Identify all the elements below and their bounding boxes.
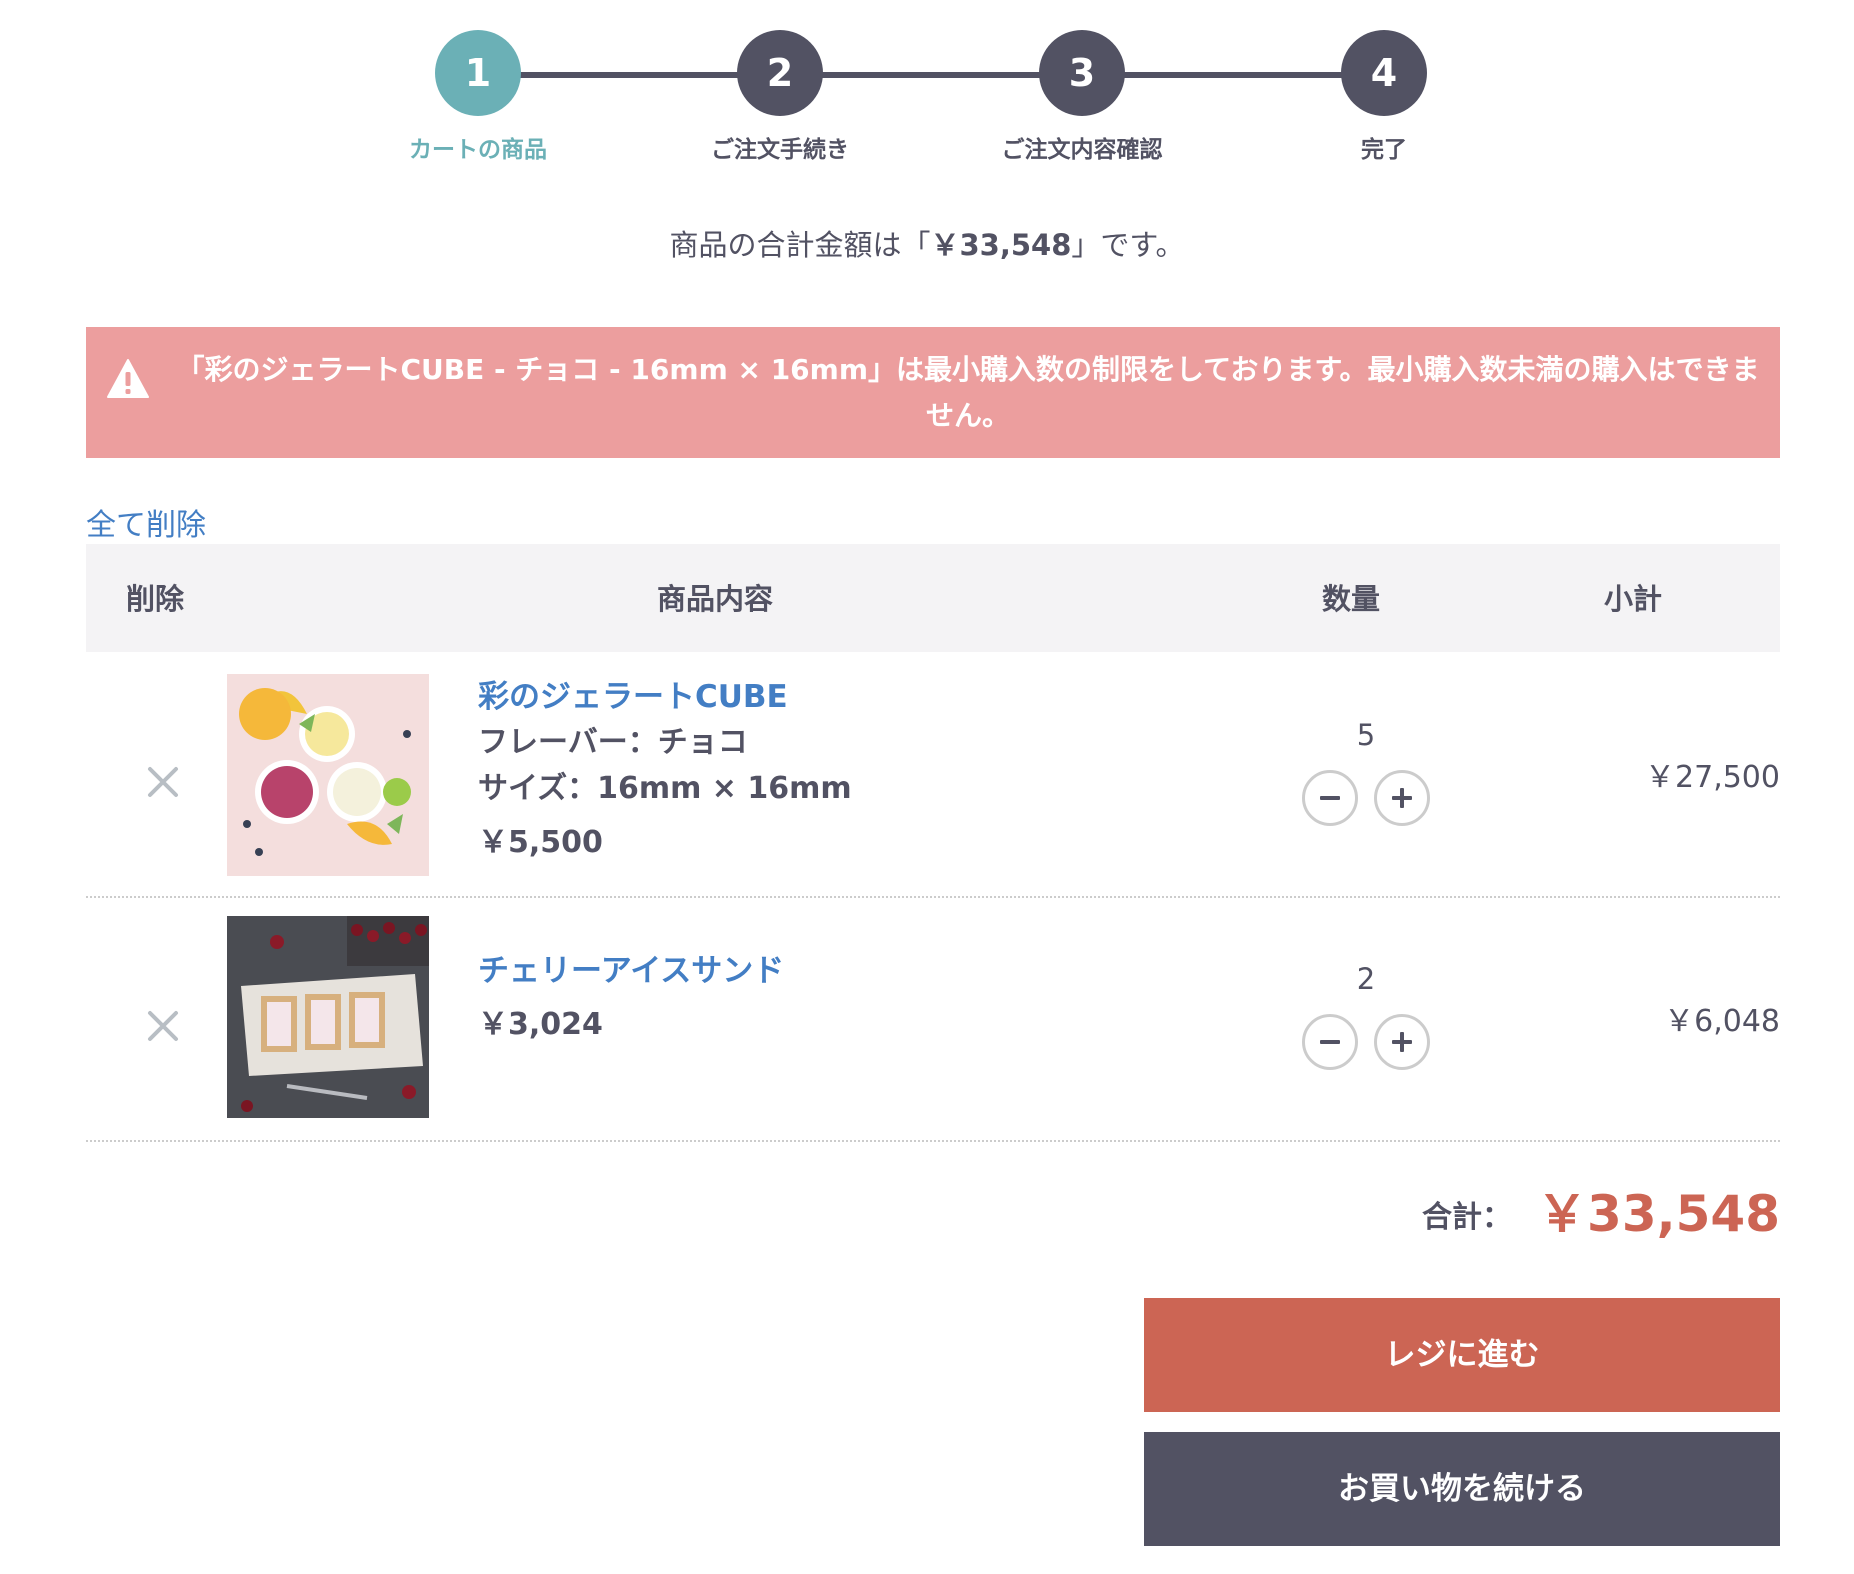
item-unit-price: ￥5,500 [478,825,603,860]
total-message-prefix: 商品の合計金額は「 [669,228,931,262]
continue-shopping-button[interactable]: お買い物を続ける [1144,1432,1780,1546]
item-details: チェリーアイスサンド ￥3,024 [478,948,784,1048]
step-cart: 1 カートの商品 [328,30,628,164]
step-label: ご注文内容確認 [1001,137,1163,163]
grand-total-value: ￥33,548 [1537,1185,1780,1243]
quantity-control: 5 [1286,718,1446,826]
header-quantity: 数量 [1322,582,1381,616]
step-number: 2 [737,30,823,116]
cart-total-message: 商品の合計金額は「￥33,548」です。 [0,222,1854,264]
item-subtotal: ￥27,500 [1645,760,1780,795]
minus-icon [1320,1040,1340,1044]
gelato-photo [227,674,429,876]
warning-icon [107,359,149,398]
item-unit-price: ￥3,024 [478,1007,603,1042]
quantity-control: 2 [1286,962,1446,1070]
cart-item-row: チェリーアイスサンド ￥3,024 2 ￥6,048 [86,896,1780,1142]
decrease-quantity-button[interactable] [1302,770,1358,826]
plus-icon [1392,788,1412,808]
remove-item-button[interactable] [138,1002,188,1052]
total-message-amount: ￥33,548 [930,228,1072,262]
header-remove: 削除 [126,582,185,616]
product-image-cherry-sandwich[interactable] [227,916,429,1118]
quantity-value: 2 [1356,962,1376,996]
product-image-gelato[interactable] [227,674,429,876]
close-icon [148,1011,178,1041]
cart-table-header: 削除 商品内容 数量 小計 [86,544,1780,652]
step-label: 完了 [1361,137,1407,163]
increase-quantity-button[interactable] [1374,770,1430,826]
step-label: ご注文手続き [711,137,849,163]
step-complete: 4 完了 [1234,30,1534,164]
item-flavor: フレーバー：チョコ [478,725,748,760]
remove-item-button[interactable] [138,758,188,808]
checkout-step-flow: 1 カートの商品 2 ご注文手続き 3 ご注文内容確認 4 完了 [0,30,1854,170]
step-number: 4 [1341,30,1427,116]
grand-total-label: 合計： [1422,1200,1512,1235]
close-icon [148,767,178,797]
item-subtotal: ￥6,048 [1664,1004,1780,1039]
step-order-confirm: 3 ご注文内容確認 [932,30,1232,164]
item-name-link[interactable]: 彩のジェラートCUBE [478,674,852,720]
step-number: 3 [1039,30,1125,116]
delete-all-link[interactable]: 全て削除 [86,500,206,544]
alert-text: 「彩のジェラートCUBE - チョコ - 16mm × 16mm」は最小購入数の… [176,353,1760,432]
decrease-quantity-button[interactable] [1302,1014,1358,1070]
plus-icon [1392,1032,1412,1052]
step-label: カートの商品 [409,137,547,163]
item-details: 彩のジェラートCUBE フレーバー：チョコ サイズ：16mm × 16mm ￥5… [478,674,852,866]
step-number: 1 [435,30,521,116]
total-message-suffix: 」です。 [1071,228,1185,262]
step-order-procedure: 2 ご注文手続き [630,30,930,164]
quantity-value: 5 [1356,718,1376,752]
item-size: サイズ：16mm × 16mm [478,771,852,806]
cart-item-row: 彩のジェラートCUBE フレーバー：チョコ サイズ：16mm × 16mm ￥5… [86,652,1780,898]
header-subtotal: 小計 [1604,582,1663,616]
increase-quantity-button[interactable] [1374,1014,1430,1070]
proceed-to-checkout-button[interactable]: レジに進む [1144,1298,1780,1412]
item-name-link[interactable]: チェリーアイスサンド [478,948,784,994]
cherry-sandwich-photo [227,916,429,1118]
min-purchase-alert: 「彩のジェラートCUBE - チョコ - 16mm × 16mm」は最小購入数の… [86,327,1780,458]
minus-icon [1320,796,1340,800]
header-product: 商品内容 [657,582,774,616]
